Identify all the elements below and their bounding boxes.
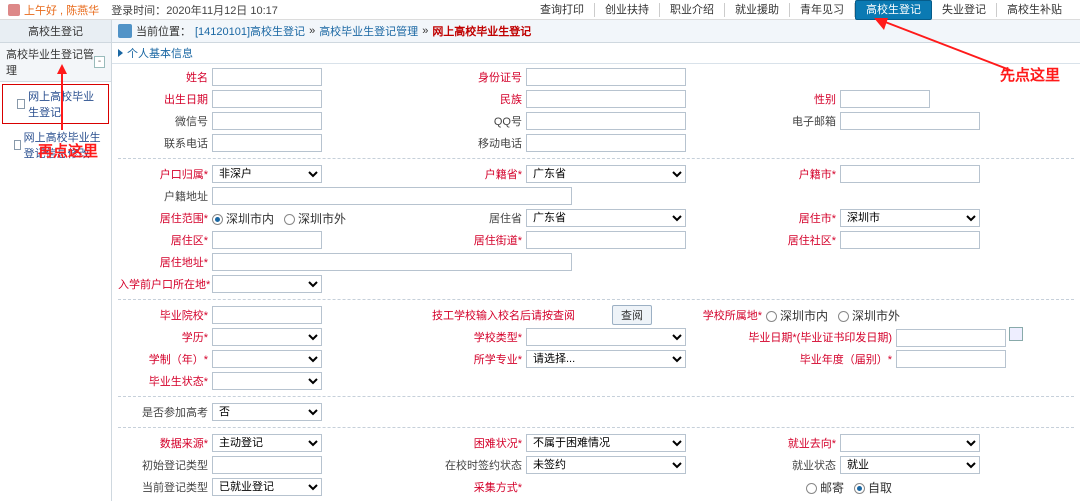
jz-qu-select[interactable] [212, 231, 322, 249]
wechat-input[interactable] [212, 112, 322, 130]
degree-select[interactable] [212, 328, 322, 346]
grad-status-select[interactable] [212, 372, 322, 390]
name-input[interactable] [212, 68, 322, 86]
nav-startup[interactable]: 创业扶持 [595, 3, 660, 17]
emp-status-select[interactable]: 就业 [840, 456, 980, 474]
major-select[interactable]: 请选择... [526, 350, 686, 368]
phone-input[interactable] [212, 134, 322, 152]
greeting: 上午好 , 陈燕华 [24, 2, 99, 18]
dest-select[interactable] [840, 434, 980, 452]
calendar-icon[interactable] [1009, 327, 1023, 341]
location-icon [118, 24, 132, 38]
scope-out-radio[interactable] [284, 214, 295, 225]
loc-out-radio[interactable] [838, 311, 849, 322]
nav-unemploy[interactable]: 失业登记 [932, 3, 997, 17]
collect-mail-radio[interactable] [806, 483, 817, 494]
qq-input[interactable] [526, 112, 686, 130]
sidebar-title: 高校生登记 [0, 20, 111, 43]
gaokao-select[interactable]: 否 [212, 403, 322, 421]
top-bar: 上午好 , 陈燕华 登录时间：2020年11月12日 10:17 查询打印 创业… [0, 0, 1080, 20]
sidebar-item-register[interactable]: 网上高校毕业生登记 [2, 84, 109, 124]
sidebar-item-modify[interactable]: 网上高校毕业生登记信息修改 [0, 126, 111, 164]
jz-addr-input[interactable] [212, 253, 572, 271]
grad-year-input[interactable] [896, 350, 1006, 368]
doc-icon [14, 140, 21, 150]
birth-input[interactable] [212, 90, 322, 108]
school-type-select[interactable] [526, 328, 686, 346]
nav-query-print[interactable]: 查询打印 [530, 3, 595, 17]
breadcrumb: 当前位置： [14120101]高校生登记 » 高校毕业生登记管理 » 网上高校… [112, 20, 1080, 43]
init-type-input[interactable] [212, 456, 322, 474]
grad-date-input[interactable] [896, 329, 1006, 347]
doc-icon [17, 99, 25, 109]
nav-career[interactable]: 职业介绍 [660, 3, 725, 17]
jz-jd-select[interactable] [526, 231, 686, 249]
sidebar: 高校生登记 高校毕业生登记管理 - 网上高校毕业生登记 网上高校毕业生登记信息修… [0, 20, 112, 501]
top-nav: 查询打印 创业扶持 职业介绍 就业援助 青年见习 高校生登记 失业登记 高校生补… [530, 0, 1072, 20]
mobile-input[interactable] [526, 134, 686, 152]
nav-youth[interactable]: 青年见习 [790, 3, 855, 17]
jz-city-select[interactable]: 深圳市 [840, 209, 980, 227]
loc-in-radio[interactable] [766, 311, 777, 322]
cur-type-select[interactable]: 已就业登记 [212, 478, 322, 496]
login-time: 登录时间：2020年11月12日 10:17 [111, 2, 278, 18]
hj-addr-input[interactable] [212, 187, 572, 205]
nav-assist[interactable]: 就业援助 [725, 3, 790, 17]
nav-grad-reg[interactable]: 高校生登记 [855, 0, 932, 20]
lookup-button[interactable]: 查阅 [612, 305, 652, 325]
crumb-p1[interactable]: 高校毕业生登记管理 [319, 23, 418, 39]
avatar-icon [8, 4, 20, 16]
nav-subsidy[interactable]: 高校生补贴 [997, 3, 1072, 17]
hukou-cat-select[interactable]: 非深户 [212, 165, 322, 183]
sign-select[interactable]: 未签约 [526, 456, 686, 474]
jz-sq-select[interactable] [840, 231, 980, 249]
jz-prov-select[interactable]: 广东省 [526, 209, 686, 227]
crumb-current: 网上高校毕业生登记 [432, 23, 531, 39]
hj-city-select[interactable] [840, 165, 980, 183]
nation-select[interactable] [526, 90, 686, 108]
greeting-prefix: 上午好 , [24, 5, 63, 17]
content: 当前位置： [14120101]高校生登记 » 高校毕业生登记管理 » 网上高校… [112, 20, 1080, 501]
section-basic-info: 个人基本信息 [112, 43, 1080, 64]
src-select[interactable]: 主动登记 [212, 434, 322, 452]
years-select[interactable] [212, 350, 322, 368]
gender-input[interactable] [840, 90, 930, 108]
username: 陈燕华 [66, 5, 99, 17]
hj-prov-select[interactable]: 广东省 [526, 165, 686, 183]
school-input[interactable] [212, 306, 322, 324]
rx-hk-select[interactable] [212, 275, 322, 293]
idcard-input[interactable] [526, 68, 686, 86]
diff-select[interactable]: 不属于困难情况 [526, 434, 686, 452]
collect-self-radio[interactable] [854, 483, 865, 494]
email-input[interactable] [840, 112, 980, 130]
collapse-icon[interactable]: - [94, 56, 105, 68]
crumb-code[interactable]: [14120101]高校生登记 [195, 23, 305, 39]
sidebar-group[interactable]: 高校毕业生登记管理 - [0, 43, 111, 82]
scope-in-radio[interactable] [212, 214, 223, 225]
